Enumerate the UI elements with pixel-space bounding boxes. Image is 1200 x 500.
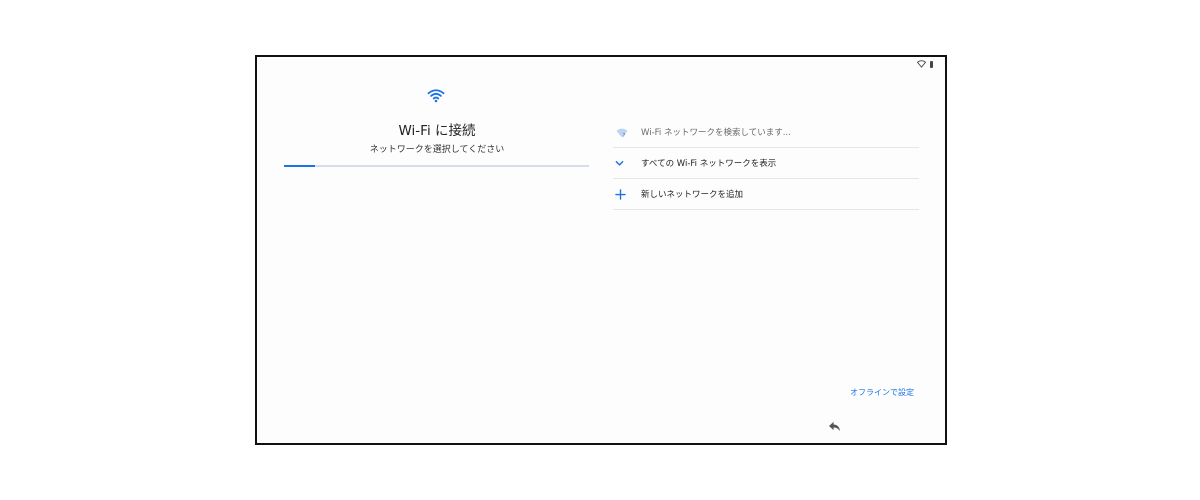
wifi-icon xyxy=(427,89,445,103)
network-list: ? Wi-Fi ネットワークを検索しています... すべての Wi-Fi ネット… xyxy=(613,117,919,210)
add-network-label: 新しいネットワークを追加 xyxy=(641,190,744,200)
network-searching-label: Wi-Fi ネットワークを検索しています... xyxy=(641,128,791,138)
svg-text:?: ? xyxy=(623,132,626,137)
add-network-item[interactable]: 新しいネットワークを追加 xyxy=(613,179,919,210)
wifi-searching-icon: ? xyxy=(616,128,628,138)
battery-icon xyxy=(930,60,933,68)
page-subtitle: ネットワークを選択してください xyxy=(369,145,505,155)
show-all-networks-label: すべての Wi-Fi ネットワークを表示 xyxy=(641,159,777,169)
page-title: Wi-Fi に接続 xyxy=(398,123,476,139)
tablet-screen: Wi-Fi に接続 ネットワークを選択してください ? Wi-Fi ネットワーク… xyxy=(255,55,947,445)
back-arrow-icon[interactable] xyxy=(828,421,841,432)
network-searching-status: ? Wi-Fi ネットワークを検索しています... xyxy=(613,117,919,148)
offline-setup-button[interactable]: オフラインで設定 xyxy=(850,387,914,398)
progress-fill xyxy=(284,165,315,167)
status-bar xyxy=(917,60,933,68)
plus-icon xyxy=(615,188,626,200)
progress-bar xyxy=(284,165,589,167)
wifi-status-icon xyxy=(917,60,926,68)
show-all-networks-item[interactable]: すべての Wi-Fi ネットワークを表示 xyxy=(613,148,919,179)
chevron-down-icon xyxy=(615,160,624,166)
